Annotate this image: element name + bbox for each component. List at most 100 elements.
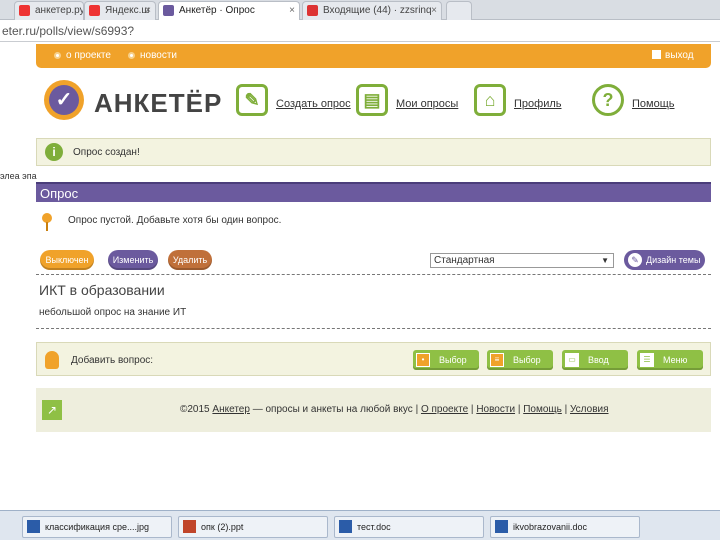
add-menu-label: Меню <box>663 355 688 365</box>
breadcrumb: элеа эпа <box>0 171 37 181</box>
taskbar-item-label: тест.doc <box>357 522 391 532</box>
tab-favicon-icon <box>89 5 100 16</box>
taskbar-item-label: ikvobrazovanii.doc <box>513 522 588 532</box>
tab-title: Входящие (44) · zzsrinq <box>323 5 432 16</box>
multi-choice-icon: ≡ <box>490 353 504 367</box>
nav-my-polls-label: Мои опросы <box>396 98 459 110</box>
notice-text: Опрос создан! <box>73 147 140 158</box>
theme-design-button[interactable]: ✎ Дизайн темы <box>624 250 705 270</box>
disabled-toggle-button[interactable]: Выключен <box>40 250 94 270</box>
pin-icon <box>40 212 54 232</box>
folder-icon: ▤ <box>356 84 388 116</box>
bullet-icon <box>54 52 61 59</box>
checkbox-icon <box>652 50 661 59</box>
add-choice-button[interactable]: • Выбор <box>413 350 479 370</box>
info-icon: i <box>45 143 63 161</box>
word-icon <box>495 520 508 533</box>
add-question-bar: Добавить вопрос: • Выбор ≡ Выбор ▭ Ввод ☰ Ме… <box>36 342 711 376</box>
taskbar-item-label: классификация сре....jpg <box>45 522 149 532</box>
edit-button[interactable]: Изменить <box>108 250 158 270</box>
footer-link-news[interactable]: Новости <box>476 404 515 415</box>
poll-description: небольшой опрос на знание ИТ <box>39 307 187 318</box>
footer-separator: | <box>517 404 521 415</box>
browser-tab[interactable]: анкетер.ру <box>14 1 84 20</box>
pencil-icon: ✎ <box>236 84 268 116</box>
nav-about-link[interactable]: о проекте <box>54 50 111 61</box>
theme-design-label: Дизайн темы <box>646 255 701 265</box>
choice-icon: • <box>416 353 430 367</box>
add-input-button[interactable]: ▭ Ввод <box>562 350 628 370</box>
nav-news-label: новости <box>140 50 178 61</box>
image-file-icon <box>27 520 40 533</box>
footer-text: ©2015 Анкетер — опросы и анкеты на любой… <box>180 404 609 415</box>
powerpoint-icon <box>183 520 196 533</box>
delete-button[interactable]: Удалить <box>168 250 212 270</box>
footer-link-about[interactable]: О проекте <box>421 404 468 415</box>
browser-tab-active[interactable]: Анкетёр · Опрос × <box>158 1 300 20</box>
nav-create-poll-label: Создать опрос <box>276 98 351 110</box>
copyright: ©2015 <box>180 404 210 415</box>
add-question-label: Добавить вопрос: <box>71 355 154 366</box>
taskbar-item-label: опк (2).ppt <box>201 522 244 532</box>
success-notice: i Опрос создан! <box>36 138 711 166</box>
tab-favicon-icon <box>19 5 30 16</box>
tab-title: анкетер.ру <box>35 5 84 16</box>
theme-select[interactable]: Стандартная ▼ <box>430 253 614 268</box>
divider <box>36 274 711 275</box>
hint-text: Опрос пустой. Добавьте хотя бы один вопр… <box>68 215 282 226</box>
footer-brand-link[interactable]: Анкетер <box>212 404 250 415</box>
add-choice-label: Выбор <box>439 355 467 365</box>
footer-separator: | <box>564 404 568 415</box>
os-taskbar: классификация сре....jpg опк (2).ppt тес… <box>0 510 720 540</box>
taskbar-item[interactable]: ikvobrazovanii.doc <box>490 516 640 538</box>
logo-text: АНКЕТЁР <box>94 88 223 118</box>
menu-icon: ☰ <box>640 353 654 367</box>
address-bar[interactable]: eter.ru/polls/view/s6993? <box>0 20 720 42</box>
taskbar-item[interactable]: опк (2).ppt <box>178 516 328 538</box>
add-input-label: Ввод <box>588 355 609 365</box>
tab-favicon-icon <box>163 5 174 16</box>
tab-close-icon[interactable]: × <box>289 2 295 19</box>
browser-tab[interactable]: Яндекс.ш × <box>84 1 156 20</box>
browser-tab-bar: анкетер.ру Яндекс.ш × Анкетёр · Опрос × … <box>0 0 720 20</box>
nav-profile-label: Профиль <box>514 98 562 110</box>
section-title: Опрос <box>40 186 79 201</box>
add-multi-choice-label: Выбор <box>513 355 541 365</box>
tab-close-icon[interactable]: × <box>431 2 437 19</box>
footer-separator: | <box>470 404 474 415</box>
browser-tab[interactable]: Входящие (44) · zzsrinq × <box>302 1 442 20</box>
url-text: eter.ru/polls/view/s6993? <box>2 24 135 38</box>
bullet-icon <box>128 52 135 59</box>
poll-title: ИКТ в образовании <box>39 282 165 298</box>
divider <box>36 328 711 329</box>
nav-help-label: Помощь <box>632 98 675 110</box>
footer: ↗ ©2015 Анкетер — опросы и анкеты на люб… <box>36 388 711 432</box>
lightbulb-icon <box>45 351 59 369</box>
tab-close-icon[interactable]: × <box>145 2 151 19</box>
lock-icon: ⌂ <box>474 84 506 116</box>
footer-link-help[interactable]: Помощь <box>523 404 562 415</box>
gmail-icon <box>307 5 318 16</box>
add-menu-button[interactable]: ☰ Меню <box>637 350 703 370</box>
theme-select-value: Стандартная <box>434 255 495 266</box>
new-tab-button[interactable] <box>446 1 472 20</box>
input-icon: ▭ <box>565 353 579 367</box>
logout-link[interactable]: выход <box>652 50 694 61</box>
page-content: о проекте новости выход ✓ АНКЕТЁР ✎ Созд… <box>0 42 720 510</box>
word-icon <box>339 520 352 533</box>
nav-news-link[interactable]: новости <box>128 50 177 61</box>
checkmark-icon: ✓ <box>49 85 79 115</box>
tab-title: Анкетёр · Опрос <box>179 5 255 16</box>
arrow-icon: ↗ <box>42 400 62 420</box>
add-multi-choice-button[interactable]: ≡ Выбор <box>487 350 553 370</box>
dropdown-arrow-icon: ▼ <box>601 256 609 265</box>
nav-about-label: о проекте <box>66 50 111 61</box>
taskbar-item[interactable]: тест.doc <box>334 516 484 538</box>
footer-link-terms[interactable]: Условия <box>570 404 609 415</box>
taskbar-item[interactable]: классификация сре....jpg <box>22 516 172 538</box>
tab-title: Яндекс.ш <box>105 5 150 16</box>
footer-tagline: — опросы и анкеты на любой вкус <box>252 404 413 415</box>
pencil-icon: ✎ <box>628 253 642 267</box>
help-icon: ? <box>592 84 624 116</box>
footer-separator: | <box>415 404 419 415</box>
